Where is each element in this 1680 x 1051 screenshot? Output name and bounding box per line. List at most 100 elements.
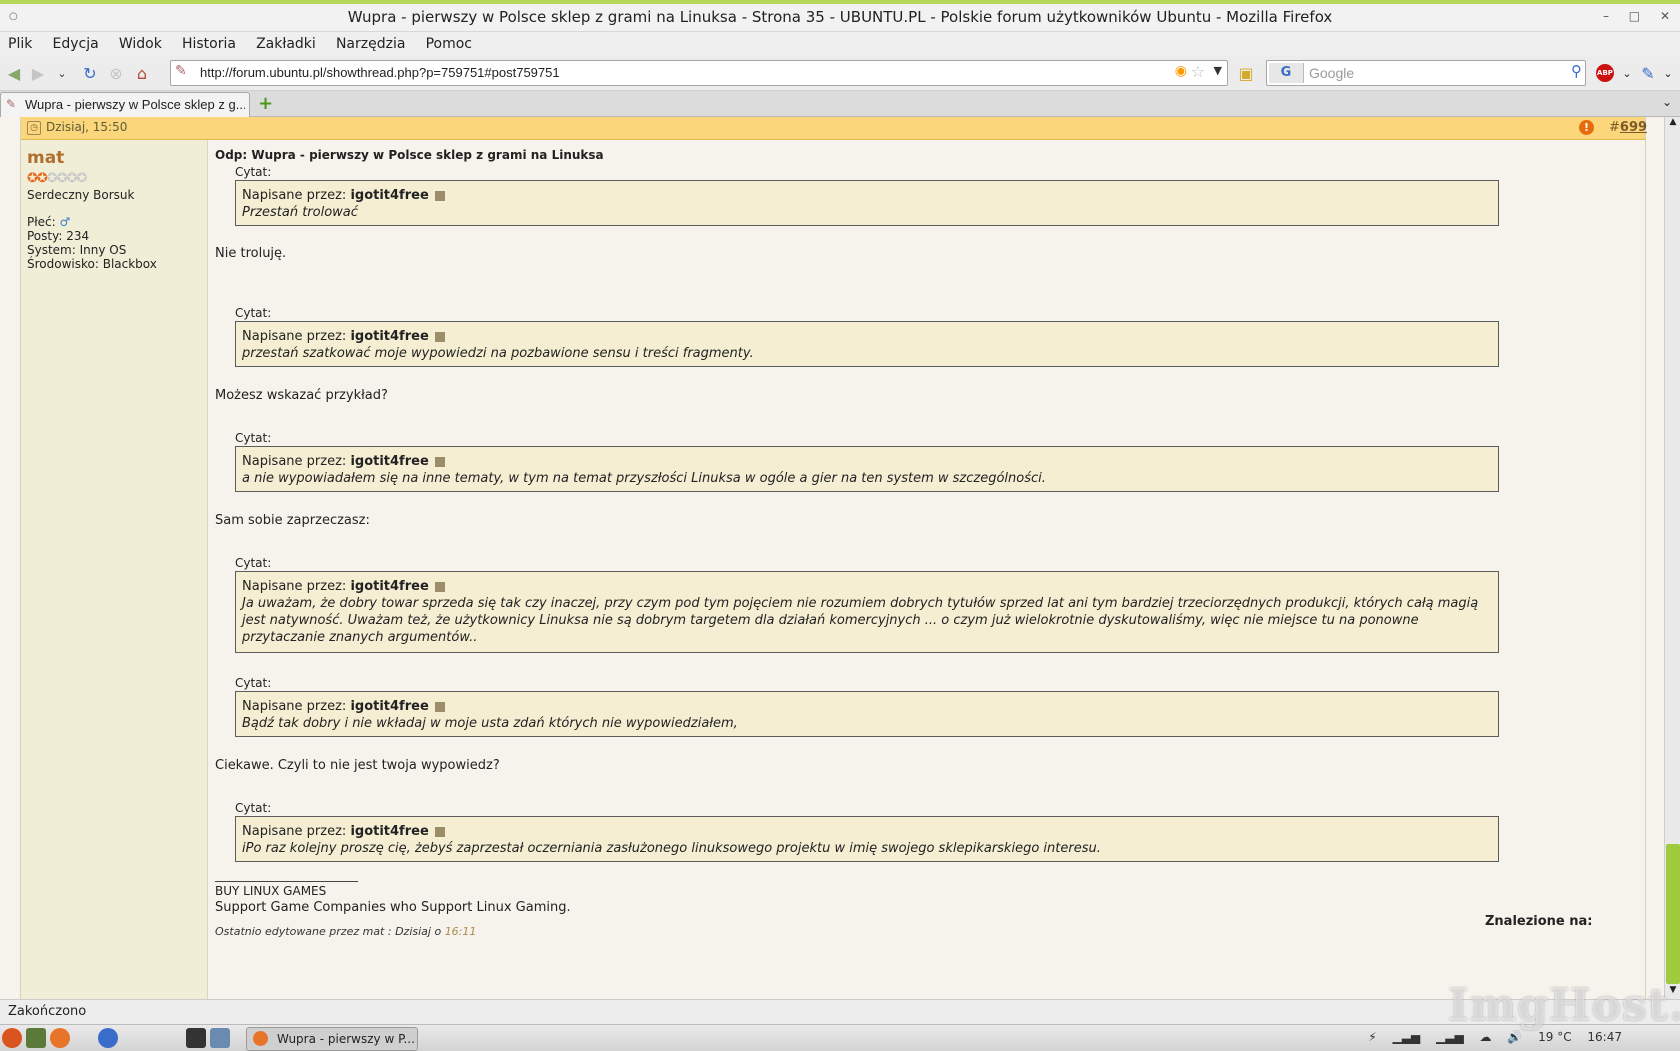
reply-text: Ciekawe. Czyli to nie jest twoja wypowie…: [215, 758, 500, 773]
close-icon[interactable]: ✕: [1660, 9, 1670, 23]
view-post-icon[interactable]: [434, 190, 445, 201]
firefox-task-icon: [253, 1031, 268, 1046]
menu-edycja[interactable]: Edycja: [52, 32, 98, 56]
signal-icon[interactable]: ▁▃▅: [1392, 1030, 1420, 1044]
found-on-label: Znalezione na:: [1485, 914, 1593, 929]
author-gender-label: Płeć:: [27, 215, 56, 229]
post-number-prefix: #: [1609, 120, 1620, 135]
tab-wupra[interactable]: ✎ Wupra - pierwszy w Polsce sklep z g...: [0, 92, 250, 117]
tab-bar: ✎ Wupra - pierwszy w Polsce sklep z g...…: [0, 91, 1680, 117]
addon-dropdown-icon[interactable]: ⌄: [1658, 64, 1678, 84]
author-rank: Serdeczny Borsuk: [27, 188, 135, 202]
window-title: Wupra - pierwszy w Polsce sklep z grami …: [347, 8, 1333, 26]
tab-favicon-icon: ✎: [6, 97, 17, 111]
menu-plik[interactable]: Plik: [8, 32, 32, 56]
quote-label: Cytat:: [235, 431, 272, 445]
network-icon[interactable]: ⚡: [1368, 1030, 1376, 1044]
temperature[interactable]: 19 °C: [1538, 1030, 1571, 1044]
tab-label[interactable]: Wupra - pierwszy w Polsce sklep z g...: [25, 97, 245, 112]
weather-icon[interactable]: ☁: [1480, 1030, 1492, 1044]
post-header: ◷ Dzisiaj, 15:50 ! #699: [21, 117, 1647, 140]
menu-narzedzia[interactable]: Narzędzia: [336, 32, 405, 56]
quote-label: Cytat:: [235, 676, 272, 690]
thunderbird-icon[interactable]: [98, 1028, 118, 1048]
report-post-icon[interactable]: !: [1579, 120, 1594, 135]
volume-icon[interactable]: 🔊: [1507, 1030, 1522, 1044]
new-tab-icon[interactable]: +: [258, 93, 273, 114]
reload-icon[interactable]: ↻: [80, 64, 100, 84]
status-bar: Zakończono: [0, 999, 1680, 1024]
back-icon[interactable]: ◀: [4, 64, 24, 84]
view-post-icon[interactable]: [434, 701, 445, 712]
forum-post: ◷ Dzisiaj, 15:50 ! #699 mat ✪✪✪✪✪✪ Serde…: [20, 117, 1647, 999]
history-dropdown-icon[interactable]: ⌄: [52, 64, 72, 84]
rss-icon[interactable]: ◉: [1175, 63, 1187, 79]
quote-label: Cytat:: [235, 801, 272, 815]
view-post-icon[interactable]: [434, 456, 445, 467]
quote-text: Ja uważam, że dobry towar sprzeda się ta…: [242, 596, 1479, 645]
menu-pomoc[interactable]: Pomoc: [426, 32, 472, 56]
home-icon[interactable]: ⌂: [132, 64, 152, 84]
bookmark-star-icon[interactable]: ☆: [1191, 62, 1205, 81]
quote-prefix: Napisane przez:: [242, 579, 347, 594]
view-post-icon[interactable]: [434, 331, 445, 342]
menu-historia[interactable]: Historia: [182, 32, 236, 56]
minimize-icon[interactable]: –: [1603, 9, 1609, 23]
scrollbar-thumb[interactable]: [1666, 844, 1680, 984]
male-icon: ♂: [59, 215, 71, 229]
search-engine-icon[interactable]: G: [1269, 63, 1304, 83]
menu-zakladki[interactable]: Zakładki: [256, 32, 316, 56]
quote-prefix: Napisane przez:: [242, 699, 347, 714]
page-scrollbar[interactable]: ▲ ▼: [1664, 117, 1680, 999]
bookmarks-icon[interactable]: ▣: [1236, 64, 1256, 84]
quote-author: igotit4free: [350, 824, 429, 839]
search-box[interactable]: G Google ⚲: [1266, 60, 1586, 86]
signal-icon[interactable]: ▁▃▅: [1436, 1030, 1464, 1044]
reply-text: Możesz wskazać przykład?: [215, 388, 388, 403]
tab-list-icon[interactable]: ⌄: [1662, 95, 1672, 109]
edited-time: 16:11: [444, 925, 477, 938]
scroll-up-icon[interactable]: ▲: [1665, 117, 1680, 131]
search-placeholder[interactable]: Google: [1309, 65, 1354, 81]
quote-label: Cytat:: [235, 165, 272, 179]
search-icon[interactable]: ⚲: [1571, 62, 1582, 80]
post-title: Odp: Wupra - pierwszy w Polsce sklep z g…: [215, 148, 604, 162]
files-icon[interactable]: [26, 1028, 46, 1048]
post-date-icon: ◷: [27, 121, 41, 135]
terminal-icon[interactable]: [186, 1028, 206, 1048]
menu-widok[interactable]: Widok: [119, 32, 162, 56]
quote-box: Napisane przez: igotit4free a nie wypowi…: [235, 446, 1499, 492]
workspace-switcher-icon[interactable]: [210, 1028, 230, 1048]
navigation-toolbar: ◀ ▶ ⌄ ↻ ⊗ ⌂ ✎ http://forum.ubuntu.pl/sho…: [0, 57, 1680, 91]
addon-icon[interactable]: ✎: [1638, 64, 1658, 84]
author-name[interactable]: mat: [27, 148, 64, 168]
quote-author: igotit4free: [350, 329, 429, 344]
adblock-icon[interactable]: ABP: [1596, 64, 1614, 82]
url-bar[interactable]: ✎ http://forum.ubuntu.pl/showthread.php?…: [170, 60, 1228, 86]
forward-icon[interactable]: ▶: [28, 64, 48, 84]
clock[interactable]: 16:47: [1587, 1030, 1622, 1044]
reply-text: Nie troluję.: [215, 246, 287, 261]
quote-text: przestań szatkować moje wypowiedzi na po…: [242, 346, 754, 361]
quote-prefix: Napisane przez:: [242, 188, 347, 203]
url-text[interactable]: http://forum.ubuntu.pl/showthread.php?p=…: [200, 65, 560, 80]
view-post-icon[interactable]: [434, 581, 445, 592]
maximize-icon[interactable]: □: [1629, 9, 1640, 23]
reply-text: Sam sobie zaprzeczasz:: [215, 513, 370, 528]
taskbar-firefox-window[interactable]: Wupra - pierwszy w P...: [246, 1027, 418, 1051]
ubuntu-menu-icon[interactable]: [2, 1028, 22, 1048]
stop-icon[interactable]: ⊗: [106, 64, 126, 84]
post-number-link[interactable]: #699: [1609, 120, 1647, 135]
url-dropdown-icon[interactable]: ▼: [1214, 64, 1222, 77]
view-post-icon[interactable]: [434, 826, 445, 837]
signature-divider: [215, 881, 358, 882]
quote-text: Przestań trolować: [242, 205, 358, 220]
quote-prefix: Napisane przez:: [242, 329, 347, 344]
window-controls: – □ ✕: [1587, 9, 1670, 23]
quote-prefix: Napisane przez:: [242, 454, 347, 469]
adblock-dropdown-icon[interactable]: ⌄: [1617, 64, 1637, 84]
window-titlebar[interactable]: ○ Wupra - pierwszy w Polsce sklep z gram…: [0, 4, 1680, 32]
post-number[interactable]: 699: [1620, 120, 1647, 135]
signature-line-1: BUY LINUX GAMES: [215, 884, 327, 898]
firefox-launcher-icon[interactable]: [50, 1028, 70, 1048]
